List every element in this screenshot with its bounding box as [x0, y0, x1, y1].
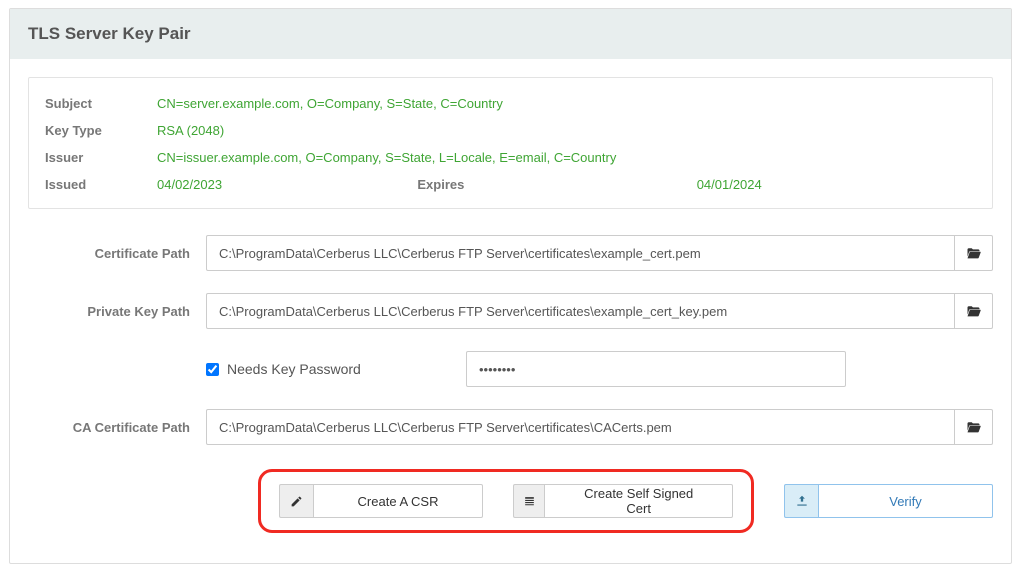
keytype-value: RSA (2048) — [157, 123, 976, 138]
issued-value: 04/02/2023 — [157, 177, 417, 192]
expires-value: 04/01/2024 — [697, 177, 976, 192]
verify-button[interactable]: Verify — [818, 484, 993, 518]
create-self-signed-button[interactable]: Create Self Signed Cert — [544, 484, 733, 518]
priv-key-label: Private Key Path — [28, 304, 206, 319]
key-password-input[interactable] — [466, 351, 846, 387]
keytype-label: Key Type — [45, 123, 157, 138]
action-button-row: Create A CSR Create Self Signed Cert Ver… — [28, 469, 993, 533]
cert-path-browse-button[interactable] — [955, 235, 993, 271]
create-csr-button[interactable]: Create A CSR — [313, 484, 483, 518]
cert-path-row: Certificate Path — [28, 235, 993, 271]
needs-pwd-label[interactable]: Needs Key Password — [227, 361, 361, 377]
ca-cert-browse-button[interactable] — [955, 409, 993, 445]
subject-row: Subject CN=server.example.com, O=Company… — [45, 90, 976, 117]
ca-cert-input[interactable] — [206, 409, 955, 445]
certificate-info-well: Subject CN=server.example.com, O=Company… — [28, 77, 993, 209]
panel-body: Subject CN=server.example.com, O=Company… — [10, 59, 1011, 563]
needs-pwd-checkbox[interactable] — [206, 363, 219, 376]
panel-title: TLS Server Key Pair — [10, 9, 1011, 59]
pencil-icon — [279, 484, 313, 518]
download-check-icon — [784, 484, 818, 518]
needs-pwd-row: Needs Key Password — [28, 351, 993, 387]
folder-open-icon — [966, 305, 981, 317]
expires-label: Expires — [417, 177, 464, 192]
priv-key-input[interactable] — [206, 293, 955, 329]
cert-path-label: Certificate Path — [28, 246, 206, 261]
ca-cert-label: CA Certificate Path — [28, 420, 206, 435]
dates-row: Issued 04/02/2023 Expires 04/01/2024 — [45, 171, 976, 198]
list-icon — [513, 484, 544, 518]
verify-combo: Verify — [784, 484, 993, 518]
folder-open-icon — [966, 247, 981, 259]
issued-label: Issued — [45, 177, 157, 192]
priv-key-row: Private Key Path — [28, 293, 993, 329]
issuer-value: CN=issuer.example.com, O=Company, S=Stat… — [157, 150, 976, 165]
ca-cert-row: CA Certificate Path — [28, 409, 993, 445]
keytype-row: Key Type RSA (2048) — [45, 117, 976, 144]
folder-open-icon — [966, 421, 981, 433]
issuer-label: Issuer — [45, 150, 157, 165]
highlighted-actions: Create A CSR Create Self Signed Cert — [258, 469, 754, 533]
issuer-row: Issuer CN=issuer.example.com, O=Company,… — [45, 144, 976, 171]
subject-value: CN=server.example.com, O=Company, S=Stat… — [157, 96, 976, 111]
priv-key-browse-button[interactable] — [955, 293, 993, 329]
subject-label: Subject — [45, 96, 157, 111]
create-self-signed-combo: Create Self Signed Cert — [513, 484, 733, 518]
cert-path-input[interactable] — [206, 235, 955, 271]
create-csr-combo: Create A CSR — [279, 484, 483, 518]
tls-keypair-panel: TLS Server Key Pair Subject CN=server.ex… — [9, 8, 1012, 564]
